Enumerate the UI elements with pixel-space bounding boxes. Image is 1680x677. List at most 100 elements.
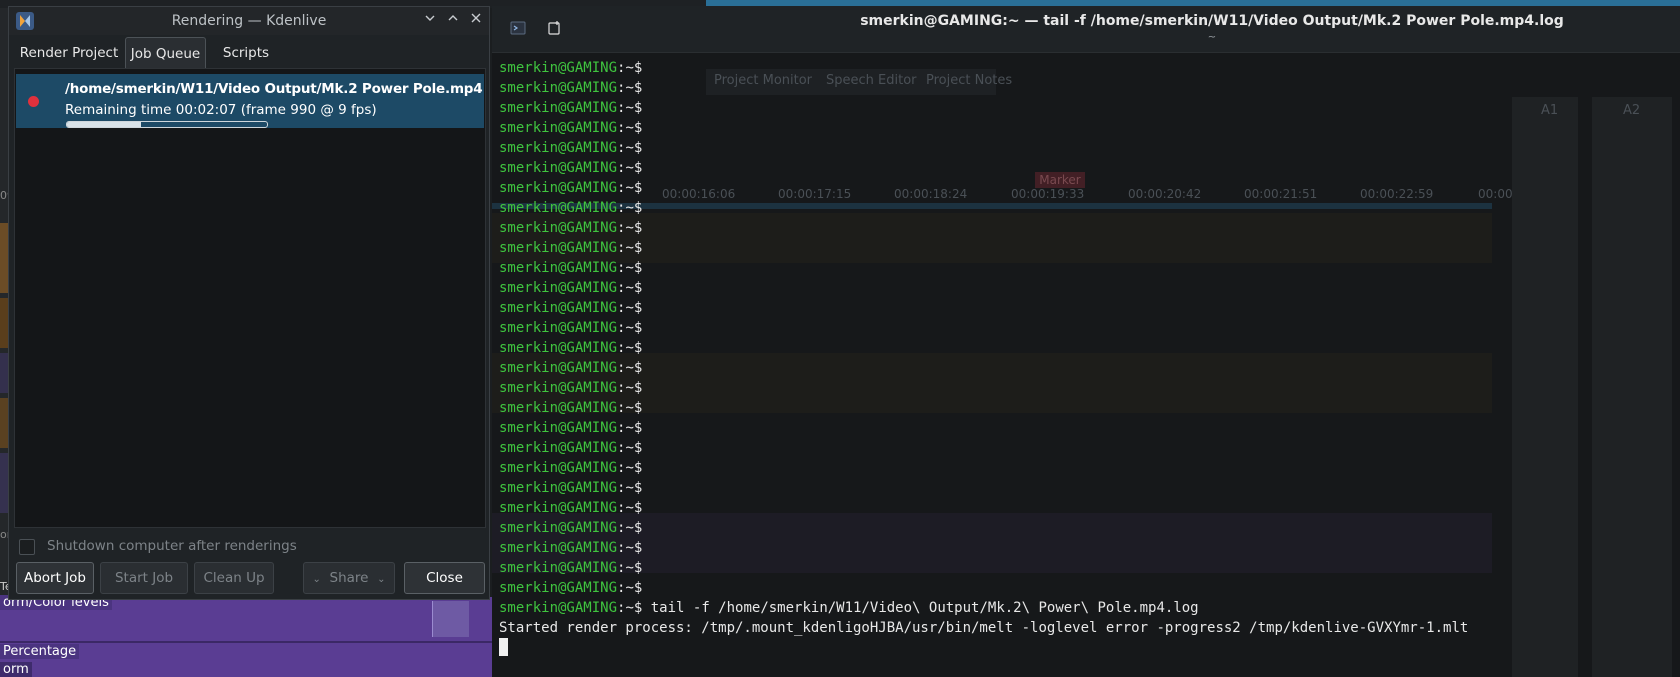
terminal-line: smerkin@GAMING:~$ [499, 258, 1468, 278]
close-icon[interactable] [466, 11, 486, 31]
prompt-suffix: :~$ [617, 200, 643, 216]
prompt-suffix: :~$ [617, 540, 643, 556]
job-progress-bar [66, 121, 268, 128]
terminal-line: smerkin@GAMING:~$ [499, 458, 1468, 478]
prompt-suffix: :~$ [617, 420, 643, 436]
minimize-icon[interactable] [420, 11, 440, 31]
tab-scripts[interactable]: Scripts [206, 37, 286, 69]
terminal-line: smerkin@GAMING:~$ [499, 478, 1468, 498]
shutdown-checkbox[interactable] [19, 539, 35, 555]
prompt-user: smerkin@GAMING [499, 420, 618, 436]
prompt-user: smerkin@GAMING [499, 340, 618, 356]
background-track-separator [0, 641, 493, 643]
effect-label: orm [0, 662, 32, 677]
tab-job-queue[interactable]: Job Queue [125, 37, 206, 69]
prompt-user: smerkin@GAMING [499, 220, 618, 236]
terminal-line: smerkin@GAMING:~$ [499, 138, 1468, 158]
prompt-user: smerkin@GAMING [499, 400, 618, 416]
prompt-user: smerkin@GAMING [499, 100, 618, 116]
share-button[interactable]: ⌄ Share ⌄ [303, 562, 395, 594]
terminal-line: smerkin@GAMING:~$ [499, 578, 1468, 598]
prompt-user: smerkin@GAMING [499, 380, 618, 396]
terminal-command: tail -f /home/smerkin/W11/Video\ Output/… [642, 600, 1199, 616]
abort-job-button[interactable]: Abort Job [16, 562, 94, 594]
terminal-line: smerkin@GAMING:~$ [499, 538, 1468, 558]
terminal-output-line: Started render process: /tmp/.mount_kden… [499, 620, 1469, 636]
prompt-suffix: :~$ [617, 80, 643, 96]
terminal-lines: smerkin@GAMING:~$ smerkin@GAMING:~$ smerki… [499, 58, 1468, 658]
job-progress-fill [67, 122, 141, 127]
prompt-user: smerkin@GAMING [499, 140, 618, 156]
prompt-suffix: :~$ [617, 240, 643, 256]
prompt-suffix: :~$ [617, 360, 643, 376]
render-dialog: Rendering — Kdenlive Render Project Job … [8, 6, 490, 600]
prompt-user: smerkin@GAMING [499, 540, 618, 556]
terminal-line: smerkin@GAMING:~$ [499, 338, 1468, 358]
prompt-suffix: :~$ [617, 480, 643, 496]
prompt-suffix: :~$ [617, 580, 643, 596]
prompt-user: smerkin@GAMING [499, 200, 618, 216]
terminal-titlebar[interactable]: smerkin@GAMING:~ — tail -f /home/smerkin… [492, 6, 1680, 53]
prompt-suffix: :~$ [617, 100, 643, 116]
prompt-user: smerkin@GAMING [499, 260, 618, 276]
prompt-user: smerkin@GAMING [499, 440, 618, 456]
prompt-user: smerkin@GAMING [499, 460, 618, 476]
terminal-line: smerkin@GAMING:~$ [499, 438, 1468, 458]
terminal-cursor [499, 638, 508, 656]
terminal-line: smerkin@GAMING:~$ [499, 178, 1468, 198]
prompt-user: smerkin@GAMING [499, 60, 618, 76]
prompt-user: smerkin@GAMING [499, 580, 618, 596]
prompt-suffix: :~$ [617, 140, 643, 156]
terminal-line: smerkin@GAMING:~$ [499, 418, 1468, 438]
terminal-line: smerkin@GAMING:~$ [499, 238, 1468, 258]
maximize-icon[interactable] [443, 11, 463, 31]
prompt-user: smerkin@GAMING [499, 280, 618, 296]
start-job-button[interactable]: Start Job [100, 562, 188, 594]
terminal-line: smerkin@GAMING:~$ [499, 498, 1468, 518]
prompt-suffix: :~$ [617, 320, 643, 336]
prompt-user: smerkin@GAMING [499, 500, 618, 516]
terminal-line: smerkin@GAMING:~$ [499, 218, 1468, 238]
job-row[interactable]: /home/smerkin/W11/Video Output/Mk.2 Powe… [16, 74, 484, 128]
terminal-line: smerkin@GAMING:~$ [499, 518, 1468, 538]
terminal-window: smerkin@GAMING:~ — tail -f /home/smerkin… [492, 6, 1680, 677]
prompt-user: smerkin@GAMING [499, 240, 618, 256]
clean-up-button[interactable]: Clean Up [194, 562, 274, 594]
background-clip-thumb [432, 601, 469, 637]
terminal-app-icon[interactable] [510, 20, 526, 36]
prompt-user: smerkin@GAMING [499, 120, 618, 136]
job-queue-list[interactable]: /home/smerkin/W11/Video Output/Mk.2 Powe… [14, 68, 486, 528]
terminal-line: smerkin@GAMING:~$ [499, 398, 1468, 418]
job-path: /home/smerkin/W11/Video Output/Mk.2 Powe… [65, 81, 483, 97]
close-button[interactable]: Close [404, 562, 485, 594]
prompt-suffix: :~$ [617, 600, 643, 616]
prompt-suffix: :~$ [617, 260, 643, 276]
prompt-suffix: :~$ [617, 440, 643, 456]
prompt-suffix: :~$ [617, 280, 643, 296]
terminal-line: smerkin@GAMING:~$ [499, 78, 1468, 98]
terminal-output[interactable]: Project Monitor Speech Editor Project No… [492, 53, 1680, 677]
terminal-line: smerkin@GAMING:~$ [499, 318, 1468, 338]
prompt-suffix: :~$ [617, 120, 643, 136]
terminal-line: smerkin@GAMING:~$ [499, 358, 1468, 378]
terminal-line: smerkin@GAMING:~$ [499, 298, 1468, 318]
prompt-user: smerkin@GAMING [499, 560, 618, 576]
terminal-line: smerkin@GAMING:~$ [499, 158, 1468, 178]
prompt-suffix: :~$ [617, 340, 643, 356]
chevron-down-icon: ⌄ [377, 574, 386, 585]
tab-render-project[interactable]: Render Project [13, 37, 125, 69]
prompt-user: smerkin@GAMING [499, 160, 618, 176]
share-label: Share [329, 570, 369, 586]
prompt-suffix: :~$ [617, 460, 643, 476]
prompt-user: smerkin@GAMING [499, 360, 618, 376]
prompt-user: smerkin@GAMING [499, 80, 618, 96]
terminal-line: smerkin@GAMING:~$ [499, 378, 1468, 398]
terminal-cursor-line [499, 638, 1468, 658]
terminal-line: smerkin@GAMING:~$ [499, 558, 1468, 578]
dialog-titlebar[interactable]: Rendering — Kdenlive [9, 7, 489, 35]
effect-label: Percentage [0, 644, 80, 659]
new-tab-icon[interactable] [547, 20, 563, 36]
ghost-mixer-a1 [1512, 97, 1578, 677]
job-remaining-time: Remaining time 00:02:07 (frame 990 @ 9 f… [65, 102, 377, 118]
prompt-suffix: :~$ [617, 300, 643, 316]
